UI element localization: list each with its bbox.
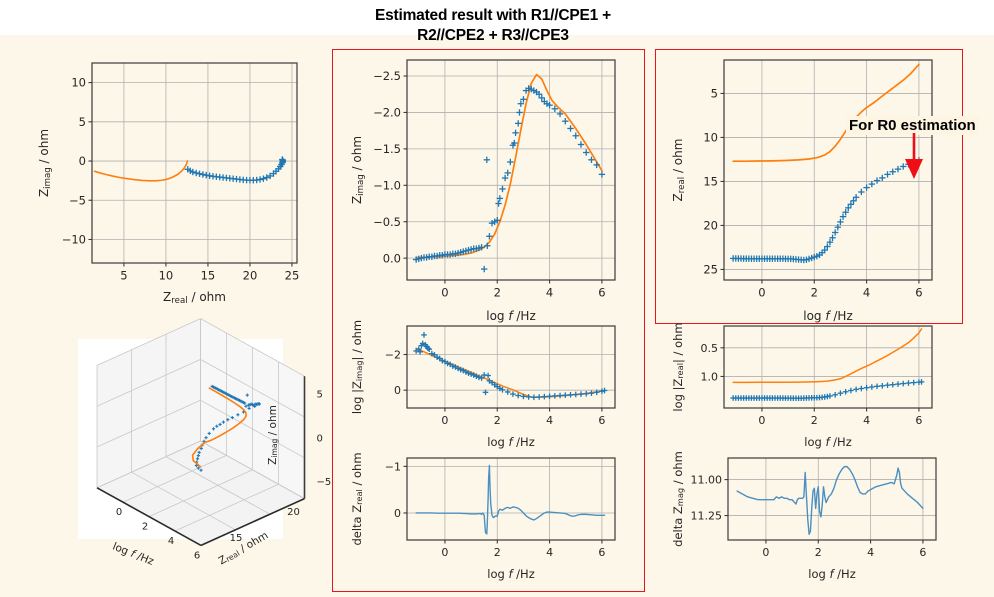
svg-text:log f /Hz: log f /Hz [487,567,534,581]
svg-text:11.00: 11.00 [691,474,723,487]
svg-text:log f /Hz: log f /Hz [487,435,534,449]
figure-title: Estimated result with R1//CPE1 + R2//CPE… [258,6,728,46]
svg-text:log f /Hz: log f /Hz [111,541,156,569]
svg-text:5: 5 [317,390,323,401]
svg-text:15: 15 [201,269,216,283]
chart-log-zimag-vs-logf: 0 2 4 6 0 −2 log f /Hz log |Zimag| / ohm [345,320,635,452]
svg-text:−1: −1 [385,460,401,473]
svg-text:6: 6 [598,546,605,559]
svg-text:4: 4 [867,546,874,559]
chart-zimag-vs-logf: 0 2 4 6 0.0 −0.5 −1.0 −1.5 −2.0 −2.5 log f /Hz Zima… [345,50,635,323]
chart-log-zreal-vs-logf: 0 2 4 6 0.5 1.0 log f /Hz log |Zreal| / ohm [668,320,958,452]
svg-text:0: 0 [441,546,448,559]
figure-root: Estimated result with R1//CPE1 + R2//CPE… [0,0,994,597]
svg-text:log f /Hz: log f /Hz [808,567,855,581]
svg-text:0: 0 [441,414,448,427]
svg-text:0: 0 [79,154,86,168]
svg-text:2: 2 [815,546,822,559]
chart-delta-zmag: 0 2 4 6 11.00 11.25 log f /Hz delta Zmag / ohm [668,451,958,590]
svg-text:20: 20 [703,219,718,233]
chart-nyquist: 5 10 15 20 25 −10 −5 0 5 10 Zreal / ohm Zimag / ohm [30,45,330,330]
svg-text:0: 0 [762,546,769,559]
svg-text:0: 0 [441,286,448,300]
svg-text:0: 0 [116,507,122,518]
svg-text:2: 2 [142,522,148,533]
svg-text:−1.0: −1.0 [373,178,401,192]
r0-estimation-arrow-icon [905,133,923,179]
svg-text:0.0: 0.0 [383,251,401,265]
svg-text:−5: −5 [317,477,332,488]
svg-text:−2: −2 [385,348,401,361]
svg-text:11.25: 11.25 [691,510,723,523]
chart-zreal-vs-logf: 0 2 4 6 5 10 15 20 25 log f /Hz Zreal / ohm [668,50,958,323]
svg-text:log f /Hz: log f /Hz [804,435,851,449]
svg-text:2: 2 [811,286,818,300]
svg-text:4: 4 [863,414,870,427]
svg-text:6: 6 [598,286,605,300]
svg-text:6: 6 [915,414,922,427]
svg-text:4: 4 [546,546,553,559]
svg-text:15: 15 [703,175,718,189]
svg-text:−0.5: −0.5 [373,215,401,229]
svg-text:−10: −10 [62,233,86,247]
svg-text:log |Zreal| / ohm: log |Zreal| / ohm [671,322,685,411]
svg-text:4: 4 [863,286,870,300]
svg-text:5: 5 [79,115,86,129]
figure-title-line-1: Estimated result with R1//CPE1 + [374,7,612,24]
svg-text:25: 25 [703,263,718,277]
chart-delta-zreal: 0 2 4 6 0 −1 log f /Hz delta Zreal / ohm [345,452,635,590]
svg-text:25: 25 [285,269,300,283]
svg-text:0: 0 [758,286,765,300]
svg-text:−1.5: −1.5 [373,142,401,156]
svg-text:2: 2 [494,546,501,559]
svg-text:2: 2 [811,414,818,427]
svg-text:20: 20 [243,269,258,283]
svg-text:4: 4 [168,536,174,547]
svg-text:0: 0 [394,507,401,520]
svg-text:10: 10 [159,269,174,283]
svg-text:Zimag / ohm: Zimag / ohm [350,136,366,204]
svg-text:−2.0: −2.0 [373,106,401,120]
svg-text:4: 4 [546,286,553,300]
svg-text:20: 20 [287,507,300,518]
svg-text:0.5: 0.5 [701,342,719,355]
figure-title-line-2: R2//CPE2 + R3//CPE3 [417,27,569,44]
svg-text:log |Zimag| / ohm: log |Zimag| / ohm [350,320,364,414]
svg-text:6: 6 [915,286,922,300]
svg-text:0: 0 [758,414,765,427]
svg-text:Zreal / ohm: Zreal / ohm [671,139,687,202]
svg-text:5: 5 [120,269,127,283]
svg-text:6: 6 [919,546,926,559]
svg-text:6: 6 [194,550,200,561]
svg-text:10: 10 [703,131,718,145]
svg-text:0: 0 [394,384,401,397]
svg-text:10: 10 [71,76,86,90]
svg-text:2: 2 [494,286,501,300]
svg-text:−2.5: −2.5 [373,69,401,83]
chart-3d-impedance: 0 2 4 6 15 20 −5 0 5 log f /Hz Zreal / ohm Zimag / … [70,318,331,585]
svg-text:delta Zreal / ohm: delta Zreal / ohm [350,452,364,545]
svg-text:Zimag / ohm: Zimag / ohm [37,129,53,197]
svg-text:1.0: 1.0 [701,370,719,383]
svg-text:−5: −5 [69,193,86,207]
svg-text:2: 2 [494,414,501,427]
svg-text:0: 0 [317,433,323,444]
svg-text:5: 5 [711,87,718,101]
svg-text:delta Zmag / ohm: delta Zmag / ohm [671,451,685,547]
svg-text:6: 6 [598,414,605,427]
svg-text:Zreal / ohm: Zreal / ohm [163,290,226,306]
svg-text:4: 4 [546,414,553,427]
